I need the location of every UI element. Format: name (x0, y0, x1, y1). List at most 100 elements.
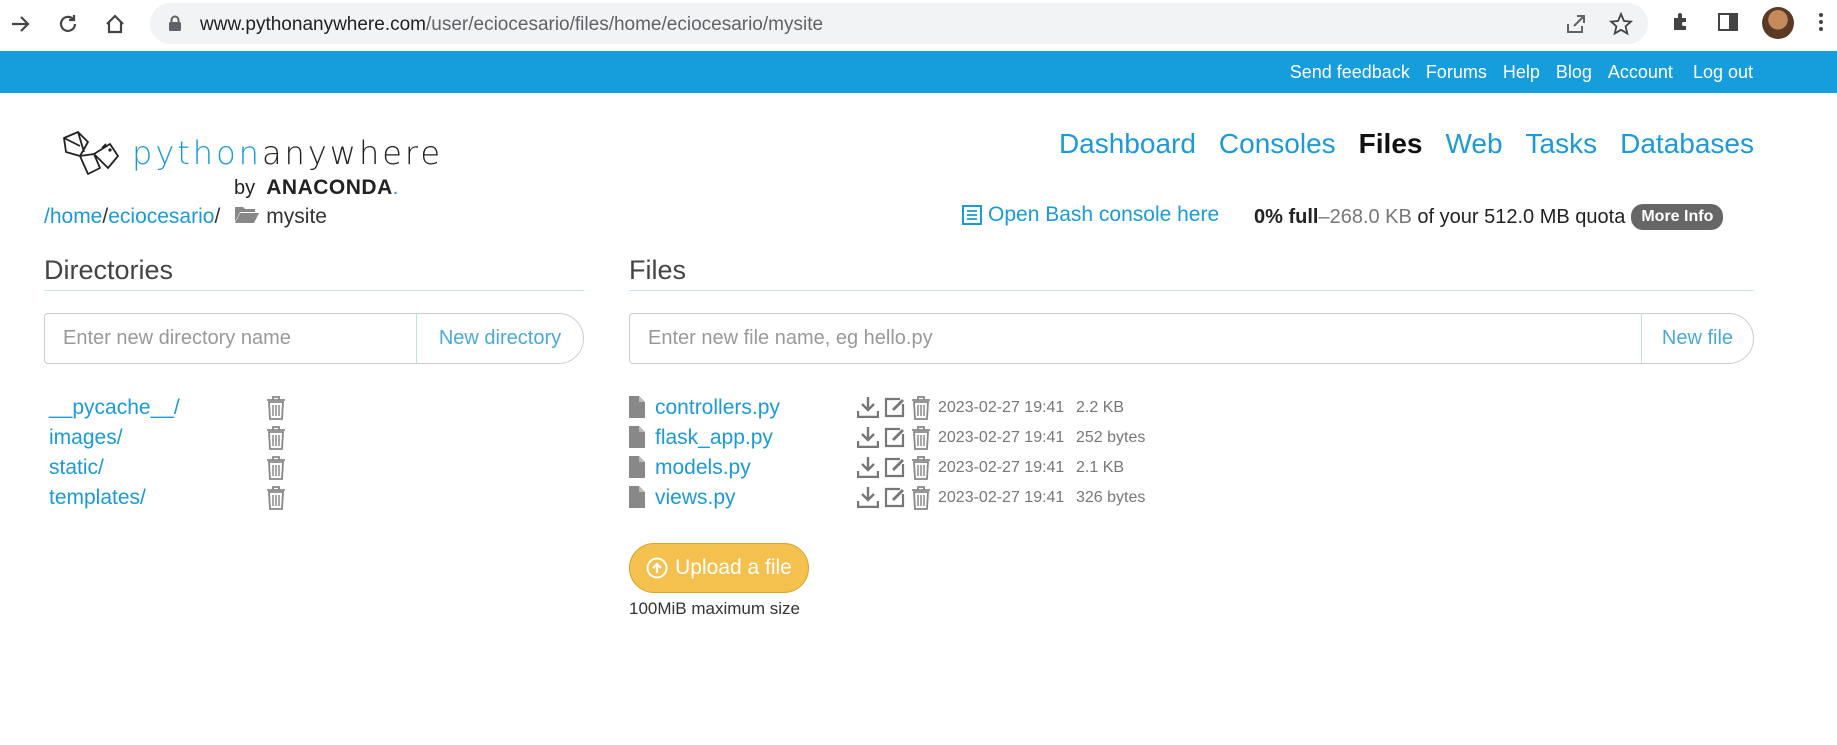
forward-icon[interactable] (4, 8, 36, 40)
lock-icon (168, 15, 182, 37)
logo-wordmark: pythonanywhere (132, 134, 444, 172)
file-list: controllers.py 2023-02-27 19:41 2.2 KB f… (629, 396, 1229, 516)
file-link[interactable]: views.py (655, 486, 736, 510)
download-icon[interactable] (856, 396, 880, 425)
blog-link[interactable]: Blog (1556, 62, 1592, 83)
send-feedback-link[interactable]: Send feedback (1290, 62, 1410, 83)
reload-icon[interactable] (52, 8, 84, 40)
upload-size-note: 100MiB maximum size (629, 599, 800, 618)
file-icon (629, 426, 645, 453)
trash-icon[interactable] (911, 456, 931, 485)
url-text: www.pythonanywhere.com/user/eciocesario/… (200, 14, 824, 35)
trash-icon[interactable] (266, 456, 286, 485)
file-icon (629, 456, 645, 483)
breadcrumb-home[interactable]: /home (44, 205, 102, 229)
file-size: 326 bytes (1076, 489, 1146, 506)
folder-open-icon (234, 204, 260, 230)
directory-link[interactable]: images/ (49, 426, 123, 450)
directory-link[interactable]: __pycache__/ (49, 396, 180, 420)
console-list-icon (962, 205, 982, 225)
breadcrumb-separator: / (214, 205, 221, 228)
file-date: 2023-02-27 19:41 (938, 489, 1065, 506)
browser-menu-icon[interactable] (1818, 10, 1824, 38)
side-panel-icon[interactable] (1716, 10, 1740, 39)
breadcrumb-current: mysite (266, 205, 327, 228)
logo-byline: by ANACONDA. (234, 176, 399, 199)
trash-icon[interactable] (266, 396, 286, 425)
directories-divider (44, 290, 584, 291)
nav-consoles[interactable]: Consoles (1219, 128, 1336, 160)
main-nav: Dashboard Consoles Files Web Tasks Datab… (1059, 128, 1754, 160)
account-link[interactable]: Account (1608, 62, 1673, 83)
quota-used: 268.0 KB (1329, 205, 1412, 228)
quota-percent: 0% full (1254, 205, 1319, 228)
trash-icon[interactable] (266, 426, 286, 455)
help-link[interactable]: Help (1503, 62, 1540, 83)
top-bar: Send feedback Forums Help Blog Account L… (0, 51, 1837, 93)
breadcrumb: /home / eciocesario / mysite (44, 204, 327, 230)
nav-dashboard[interactable]: Dashboard (1059, 128, 1196, 160)
profile-avatar[interactable] (1762, 7, 1794, 39)
edit-icon[interactable] (884, 396, 906, 425)
pythonanywhere-logo[interactable]: pythonanywhere by ANACONDA. (60, 130, 440, 199)
directory-list: __pycache__/ images/ static/ templates/ (49, 396, 299, 516)
extensions-icon[interactable] (1670, 10, 1694, 39)
browser-toolbar: www.pythonanywhere.com/user/eciocesario/… (0, 0, 1837, 51)
directories-heading: Directories (44, 255, 174, 285)
quota-info: 0% full – 268.0 KB of your 512.0 MB quot… (1254, 204, 1724, 230)
list-item: controllers.py 2023-02-27 19:41 2.2 KB (629, 396, 1229, 426)
list-item: __pycache__/ (49, 396, 299, 426)
new-directory-button[interactable]: New directory (416, 314, 583, 363)
files-divider (629, 290, 1754, 291)
new-file-input[interactable]: Enter new file name, eg hello.py (630, 314, 1641, 363)
more-info-button[interactable]: More Info (1631, 204, 1724, 230)
share-icon[interactable] (1564, 12, 1588, 36)
new-file-button[interactable]: New file (1641, 314, 1753, 363)
edit-icon[interactable] (884, 486, 906, 515)
file-date: 2023-02-27 19:41 (938, 429, 1065, 446)
file-date: 2023-02-27 19:41 (938, 399, 1065, 416)
upload-arrow-icon (646, 557, 668, 579)
upload-file-button[interactable]: Upload a file (629, 543, 809, 593)
download-icon[interactable] (856, 426, 880, 455)
list-item: static/ (49, 456, 299, 486)
nav-web[interactable]: Web (1445, 128, 1502, 160)
nav-files[interactable]: Files (1359, 128, 1423, 160)
directory-link[interactable]: templates/ (49, 486, 146, 510)
download-icon[interactable] (856, 486, 880, 515)
trash-icon[interactable] (911, 396, 931, 425)
open-bash-console-link[interactable]: Open Bash console here (962, 203, 1219, 227)
file-icon (629, 396, 645, 423)
home-icon[interactable] (99, 8, 131, 40)
directory-link[interactable]: static/ (49, 456, 104, 480)
bookmark-star-icon[interactable] (1608, 11, 1634, 36)
trash-icon[interactable] (266, 486, 286, 515)
list-item: models.py 2023-02-27 19:41 2.1 KB (629, 456, 1229, 486)
list-item: flask_app.py 2023-02-27 19:41 252 bytes (629, 426, 1229, 456)
edit-icon[interactable] (884, 456, 906, 485)
file-size: 2.1 KB (1076, 459, 1125, 476)
new-directory-form: Enter new directory name New directory (44, 313, 584, 364)
file-link[interactable]: controllers.py (655, 396, 780, 420)
breadcrumb-user[interactable]: eciocesario (108, 205, 214, 229)
file-link[interactable]: flask_app.py (655, 426, 773, 450)
quota-total: of your 512.0 MB quota (1411, 205, 1626, 228)
file-size: 252 bytes (1076, 429, 1146, 446)
forums-link[interactable]: Forums (1426, 62, 1487, 83)
list-item: views.py 2023-02-27 19:41 326 bytes (629, 486, 1229, 516)
snake-logo-icon (63, 131, 119, 175)
nav-databases[interactable]: Databases (1620, 128, 1754, 160)
new-file-form: Enter new file name, eg hello.py New fil… (629, 313, 1754, 364)
list-item: templates/ (49, 486, 299, 516)
address-bar[interactable]: www.pythonanywhere.com/user/eciocesario/… (150, 3, 1648, 44)
nav-tasks[interactable]: Tasks (1526, 128, 1598, 160)
trash-icon[interactable] (911, 426, 931, 455)
new-directory-input[interactable]: Enter new directory name (45, 314, 416, 363)
log-out-link[interactable]: Log out (1693, 62, 1753, 83)
download-icon[interactable] (856, 456, 880, 485)
files-heading: Files (629, 255, 687, 285)
edit-icon[interactable] (884, 426, 906, 455)
list-item: images/ (49, 426, 299, 456)
trash-icon[interactable] (911, 486, 931, 515)
file-link[interactable]: models.py (655, 456, 751, 480)
